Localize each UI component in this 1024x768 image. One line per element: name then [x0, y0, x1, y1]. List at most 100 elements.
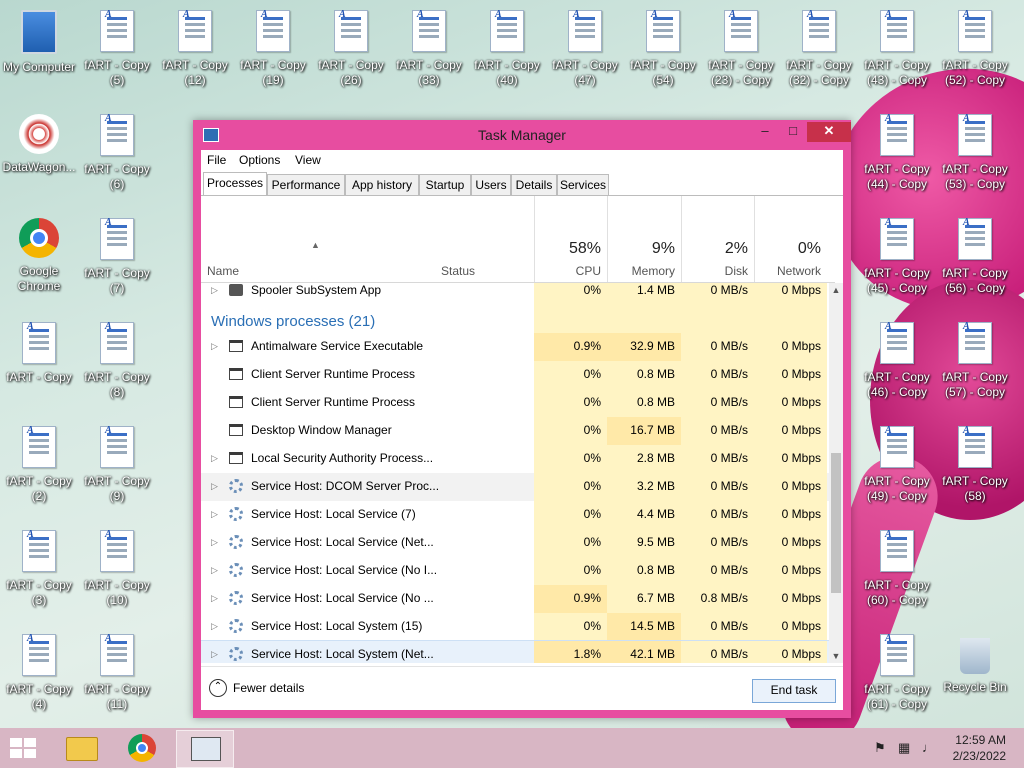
expand-chevron-icon[interactable]: ▷ [211, 565, 218, 576]
desktop-icon-document[interactable]: fART - Copy (47) [546, 0, 624, 90]
taskbar-file-explorer[interactable] [52, 730, 108, 766]
expand-chevron-icon[interactable]: ▷ [211, 341, 218, 352]
network-icon[interactable]: ▦ [898, 740, 910, 756]
desktop-icon-document[interactable]: fART - Copy (33) [390, 0, 468, 90]
desktop-icon-datawagon[interactable]: DataWagon... [0, 104, 78, 194]
desktop-icon-document[interactable]: fART - Copy (32) - Copy [780, 0, 858, 90]
scroll-down-icon[interactable]: ▼ [829, 651, 843, 661]
column-name[interactable]: Name [207, 264, 239, 278]
process-row[interactable]: ▷ Service Host: DCOM Server Proc... 0% 3.2 … [201, 473, 835, 501]
tab-services[interactable]: Services [557, 174, 609, 196]
process-row[interactable]: ▷ Local Security Authority Process... 0% 2.… [201, 445, 835, 473]
desktop-icon-document[interactable]: fART - Copy (58) [936, 416, 1014, 506]
minimize-button[interactable]: – [751, 122, 779, 142]
vertical-scrollbar[interactable]: ▲ ▼ [829, 283, 843, 663]
desktop-icon-document[interactable]: fART - Copy (11) [78, 624, 156, 714]
process-row[interactable]: ▷ Service Host: Local System (15) 0% 14.5 M… [201, 613, 835, 641]
desktop-icon-document[interactable]: fART - Copy (7) [78, 208, 156, 298]
tab-processes[interactable]: Processes [203, 172, 267, 196]
menu-options[interactable]: Options [239, 153, 280, 167]
desktop-icon-document[interactable]: fART - Copy (49) - Copy [858, 416, 936, 506]
process-row[interactable]: ▷ Service Host: Local Service (Net... 0% 9.… [201, 529, 835, 557]
expand-chevron-icon[interactable]: ▷ [211, 285, 218, 296]
column-memory[interactable]: 9% Memory [607, 196, 681, 282]
volume-muted-icon[interactable]: ♩ [922, 740, 935, 755]
desktop-icon-document[interactable]: fART - Copy [0, 312, 78, 402]
desktop-icon-document[interactable]: fART - Copy (44) - Copy [858, 104, 936, 194]
tab-users[interactable]: Users [471, 174, 511, 196]
memory-label: Memory [631, 264, 675, 278]
column-network[interactable]: 0% Network [754, 196, 827, 282]
column-status[interactable]: Status [441, 264, 475, 278]
process-row[interactable]: ▷ Service Host: Local Service (7) 0% 4.4 MB… [201, 501, 835, 529]
process-row[interactable]: Client Server Runtime Process 0% 0.8 MB 0 M… [201, 389, 835, 417]
desktop-icon-document[interactable]: fART - Copy (56) - Copy [936, 208, 1014, 298]
desktop-icon-document[interactable]: fART - Copy (12) [156, 0, 234, 90]
tab-details[interactable]: Details [511, 174, 557, 196]
desktop-icon-document[interactable]: fART - Copy (9) [78, 416, 156, 506]
desktop-icon-document[interactable]: fART - Copy (8) [78, 312, 156, 402]
expand-chevron-icon[interactable]: ▷ [211, 481, 218, 492]
memory-cell: 1.4 MB [607, 283, 681, 305]
desktop-icon-document[interactable]: fART - Copy (61) - Copy [858, 624, 936, 714]
maximize-button[interactable]: □ [779, 122, 807, 142]
group-header-windows-processes[interactable]: Windows processes (21) [201, 305, 835, 333]
process-row[interactable]: ▷ Service Host: Local Service (No ... 0.9%… [201, 585, 835, 613]
desktop-icon-document[interactable]: fART - Copy (26) [312, 0, 390, 90]
desktop-icon-chrome[interactable]: Google Chrome [0, 208, 78, 298]
expand-chevron-icon[interactable]: ▷ [211, 537, 218, 548]
title-bar[interactable]: Task Manager – □ ✕ [193, 120, 851, 150]
tab-app-history[interactable]: App history [345, 174, 419, 196]
end-task-button[interactable]: End task [752, 679, 836, 703]
process-row[interactable]: Desktop Window Manager 0% 16.7 MB 0 MB/s 0 M… [201, 417, 835, 445]
clock[interactable]: 12:59 AM 2/23/2022 [953, 732, 1006, 764]
column-cpu[interactable]: 58% CPU [534, 196, 607, 282]
desktop-icon-document[interactable]: fART - Copy (23) - Copy [702, 0, 780, 90]
desktop-icon-document[interactable]: fART - Copy (46) - Copy [858, 312, 936, 402]
process-row[interactable]: ▷ Antimalware Service Executable 0.9% 32.9 … [201, 333, 835, 361]
action-center-flag-icon[interactable]: ⚑ [874, 740, 886, 756]
expand-chevron-icon[interactable]: ▷ [211, 621, 218, 632]
desktop-icon-document[interactable]: fART - Copy (10) [78, 520, 156, 610]
expand-chevron-icon[interactable]: ▷ [211, 649, 218, 660]
process-row[interactable]: ▷ Spooler SubSystem App 0% 1.4 MB 0 MB/s 0 Mb… [201, 283, 835, 305]
desktop-icon-document[interactable]: fART - Copy (53) - Copy [936, 104, 1014, 194]
fewer-details-button[interactable]: ⌃ Fewer details [209, 679, 304, 697]
desktop-icon-document[interactable]: fART - Copy (6) [78, 104, 156, 194]
disk-cell: 0 MB/s [681, 417, 754, 445]
tab-startup[interactable]: Startup [419, 174, 471, 196]
desktop-icon-document[interactable]: fART - Copy (52) - Copy [936, 0, 1014, 90]
process-name: Service Host: Local Service (No ... [251, 591, 434, 605]
process-row[interactable]: Client Server Runtime Process 0% 0.8 MB 0 M… [201, 361, 835, 389]
scroll-up-icon[interactable]: ▲ [829, 285, 843, 295]
tab-performance[interactable]: Performance [267, 174, 345, 196]
expand-chevron-icon[interactable]: ▷ [211, 509, 218, 520]
window-client-area: File Options View Processes Performance … [201, 150, 843, 710]
desktop-icon-computer[interactable]: My Computer [0, 0, 78, 90]
start-button[interactable] [10, 738, 38, 760]
menu-file[interactable]: File [207, 153, 226, 167]
column-disk[interactable]: 2% Disk [681, 196, 754, 282]
process-row[interactable]: ▷ Service Host: Local System (Net... 1.8% 4… [201, 640, 835, 663]
expand-chevron-icon[interactable]: ▷ [211, 593, 218, 604]
taskbar-task-manager[interactable] [176, 730, 234, 768]
taskbar-chrome[interactable] [114, 730, 170, 766]
network-cell: 0 Mbps [754, 389, 827, 417]
expand-chevron-icon[interactable]: ▷ [211, 453, 218, 464]
desktop-icon-document[interactable]: fART - Copy (5) [78, 0, 156, 90]
desktop-icon-document[interactable]: fART - Copy (3) [0, 520, 78, 610]
desktop-icon-document[interactable]: fART - Copy (45) - Copy [858, 208, 936, 298]
desktop-icon-document[interactable]: fART - Copy (2) [0, 416, 78, 506]
desktop-icon-document[interactable]: fART - Copy (57) - Copy [936, 312, 1014, 402]
desktop-icon-document[interactable]: fART - Copy (43) - Copy [858, 0, 936, 90]
desktop-icon-document[interactable]: fART - Copy (40) [468, 0, 546, 90]
desktop-icon-recycle-bin[interactable]: Recycle Bin [936, 624, 1014, 714]
close-button[interactable]: ✕ [807, 122, 851, 142]
desktop-icon-document[interactable]: fART - Copy (60) - Copy [858, 520, 936, 610]
desktop-icon-document[interactable]: fART - Copy (54) [624, 0, 702, 90]
scrollbar-thumb[interactable] [831, 453, 841, 593]
desktop-icon-document[interactable]: fART - Copy (4) [0, 624, 78, 714]
menu-view[interactable]: View [295, 153, 321, 167]
desktop-icon-document[interactable]: fART - Copy (19) [234, 0, 312, 90]
process-row[interactable]: ▷ Service Host: Local Service (No I... 0% 0… [201, 557, 835, 585]
